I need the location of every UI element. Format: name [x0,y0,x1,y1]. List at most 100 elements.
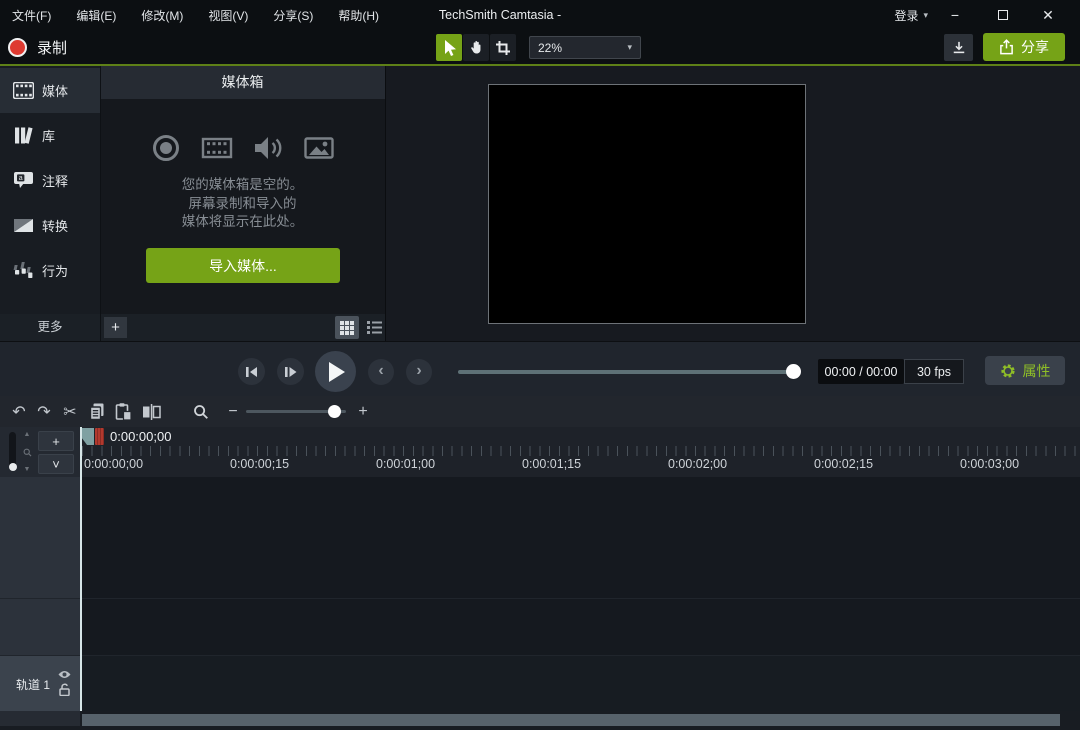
ruler-label: 0:00:00;00 [84,457,143,471]
menu-view[interactable]: 视图(V) [208,7,248,24]
undo-icon: ↶ [12,402,25,422]
sidebar-item-annotations[interactable]: a 注释 [0,158,100,203]
timeline-tracks: 轨道 1 [0,477,1080,711]
sidebar-item-behaviors[interactable]: 行为 [0,248,100,293]
svg-text:a: a [18,175,22,182]
properties-button[interactable]: 属性 [985,356,1065,385]
record-button[interactable]: 录制 [8,37,67,58]
caret-down-icon: ▾ [627,42,632,53]
minus-icon: − [228,403,237,421]
track1-lane[interactable] [82,655,1080,711]
cursor-icon [441,39,457,57]
track-height-slider-thumb[interactable] [9,463,17,471]
fps-display[interactable]: 30 fps [904,359,964,384]
step-backward-button[interactable] [238,358,265,385]
timeline-ruler[interactable]: 0:00:00;00 0:00:00;15 0:00:01;00 0:00:01… [0,427,1080,477]
login-button[interactable]: 登录 ▾ [894,0,928,30]
window-title: TechSmith Camtasia - [439,0,561,30]
ruler-ticks [82,446,1080,456]
playhead-line[interactable] [80,427,82,711]
previous-button[interactable]: ‹ [368,359,394,385]
ruler-label: 0:00:01;00 [376,457,435,471]
zoom-out-button[interactable]: − [220,396,246,427]
download-button[interactable] [944,34,973,61]
track1-header[interactable]: 轨道 1 [0,655,80,711]
login-label: 登录 [894,7,918,24]
scroll-row-corner [0,711,80,726]
cursor-tool-button[interactable] [436,34,462,61]
menu-items: 文件(F) 编辑(E) 修改(M) 视图(V) 分享(S) 帮助(H) [12,0,379,30]
video-icon [201,132,233,164]
share-button[interactable]: 分享 [983,33,1065,61]
timecode-display: 00:00 / 00:00 [818,359,904,384]
cut-button[interactable]: ✂ [57,396,83,427]
undo-button[interactable]: ↶ [6,396,32,427]
ruler-label: 0:00:01;15 [522,457,581,471]
play-button[interactable] [315,351,356,392]
close-button[interactable]: ✕ [1028,0,1068,30]
step-forward-icon [284,366,297,378]
menu-modify[interactable]: 修改(M) [141,7,183,24]
add-track-button[interactable]: + [38,431,74,451]
annotation-icon: a [12,170,34,192]
timeline-header-controls: ▲ ▼ + ˅ [0,427,80,477]
step-forward-button[interactable] [277,358,304,385]
main-toolbar: 录制 22% ▾ [0,30,1080,64]
timeline-zoom-slider-thumb[interactable] [328,405,341,418]
playhead-selection-handle[interactable] [82,428,94,445]
add-tab-button[interactable]: + [104,317,127,338]
playhead-out-handle[interactable] [95,428,104,445]
sidebar-item-label: 转换 [42,216,68,235]
maximize-button[interactable] [983,0,1023,30]
crop-tool-button[interactable] [490,34,516,61]
menu-bar: 文件(F) 编辑(E) 修改(M) 视图(V) 分享(S) 帮助(H) Tech… [0,0,1080,30]
media-bin-panel: 媒体箱 您的媒体箱是空的。 屏幕录制 [100,66,385,314]
canvas-zoom-select[interactable]: 22% ▾ [529,36,641,59]
track-visibility-eye-icon[interactable] [58,670,71,679]
sidebar-item-media[interactable]: 媒体 [0,68,100,113]
next-button[interactable]: › [406,359,432,385]
playback-slider-track[interactable] [458,370,800,374]
more-tabs-button[interactable]: 更多 [0,314,100,341]
track-lock-icon[interactable] [59,683,70,696]
track-options-button[interactable]: ˅ [38,454,74,474]
caret-down-icon: ▾ [923,10,928,21]
split-button[interactable] [138,396,164,427]
zoom-in-button[interactable]: + [350,396,376,427]
menu-help[interactable]: 帮助(H) [338,7,379,24]
redo-button[interactable]: ↷ [31,396,57,427]
pan-tool-button[interactable] [463,34,489,61]
playback-slider-thumb[interactable] [786,364,801,379]
timeline-zoom-button[interactable] [188,396,214,427]
minimize-button[interactable]: − [935,0,975,30]
import-media-button[interactable]: 导入媒体... [146,248,340,283]
redo-icon: ↷ [37,402,50,422]
grid-view-button[interactable] [335,316,359,339]
scissors-icon: ✂ [63,402,76,422]
ruler-label: 0:00:03;00 [960,457,1019,471]
menu-file[interactable]: 文件(F) [12,7,51,24]
editor-stage [386,66,1080,341]
sidebar-item-label: 注释 [42,171,68,190]
chevron-right-icon: › [416,363,421,381]
menu-edit[interactable]: 编辑(E) [76,7,116,24]
sidebar-item-transitions[interactable]: 转换 [0,203,100,248]
track-separator [0,655,1080,656]
copy-button[interactable] [84,396,110,427]
timeline-scroll-row [0,711,1080,730]
menu-share[interactable]: 分享(S) [273,7,313,24]
track1-label: 轨道 1 [16,676,50,693]
transition-icon [12,215,34,237]
timeline-horizontal-scrollbar[interactable] [82,714,1060,726]
tools-sidebar: 媒体 库 a 注释 [0,66,100,314]
media-icon [12,80,34,102]
preview-canvas[interactable] [488,84,806,324]
chevron-left-icon: ‹ [378,363,383,381]
list-view-button[interactable] [362,316,386,339]
playhead-time-label: 0:00:00;00 [110,429,171,444]
canvas-zoom-value: 22% [538,41,562,55]
sidebar-item-library[interactable]: 库 [0,113,100,158]
paste-button[interactable] [110,396,136,427]
image-icon [303,132,335,164]
hand-icon [468,39,485,56]
